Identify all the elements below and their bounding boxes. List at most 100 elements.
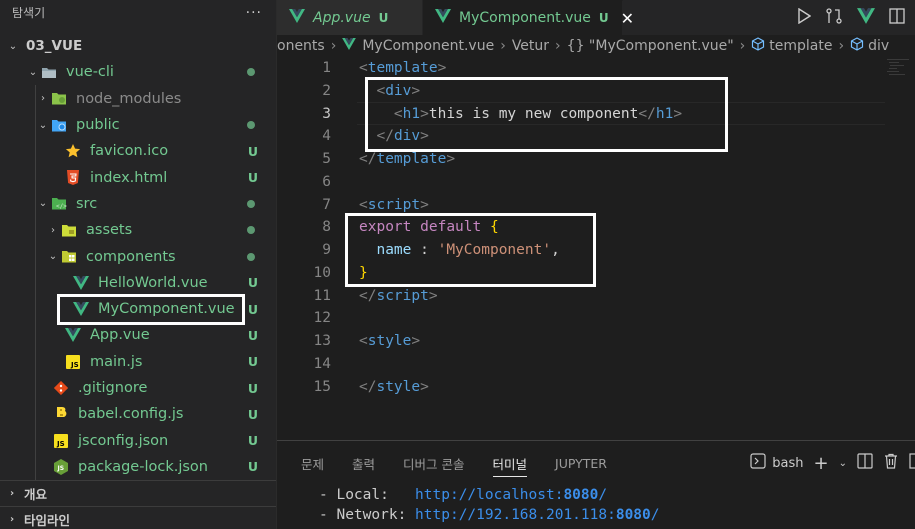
tree-item-babel-config[interactable]: babel.config.js U	[0, 401, 276, 427]
line-number: 11	[313, 287, 331, 304]
tab-label: App.vue	[313, 9, 371, 26]
tab-output[interactable]: 출력	[352, 441, 375, 485]
line-number: 4	[322, 128, 331, 145]
line-number: 2	[322, 82, 331, 99]
tree-item-jsconfig[interactable]: JS jsconfig.json U	[0, 427, 276, 453]
tree-item-src[interactable]: ⌄ </> src	[0, 191, 276, 217]
minimap[interactable]	[887, 59, 909, 79]
more-actions-icon[interactable]: ···	[246, 5, 262, 21]
tree-item-label: node_modules	[76, 90, 182, 107]
node-folder-icon	[50, 91, 68, 107]
untracked-badge: U	[247, 327, 258, 343]
tree-root-label: 03_VUE	[26, 38, 83, 55]
tree-item-index-html[interactable]: index.html U	[0, 164, 276, 190]
chevron-down-icon: ⌄	[38, 119, 48, 131]
vue-logo-icon[interactable]	[857, 7, 875, 28]
untracked-badge: U	[247, 406, 258, 422]
tab-app-vue[interactable]: App.vue U	[277, 0, 423, 35]
tree-item-favicon[interactable]: favicon.ico U	[0, 138, 276, 164]
line-number: 14	[313, 355, 331, 372]
compare-changes-icon[interactable]	[825, 7, 843, 29]
chevron-down-icon[interactable]: ⌄	[839, 458, 847, 469]
line-number: 5	[322, 151, 331, 167]
chevron-right-icon: ›	[9, 488, 15, 499]
tab-debug-console[interactable]: 디버그 콘솔	[403, 441, 464, 485]
star-icon	[64, 143, 82, 159]
modified-dot	[247, 252, 255, 261]
tab-label: MyComponent.vue	[459, 10, 591, 26]
tab-jupyter[interactable]: JUPYTER	[555, 441, 607, 485]
modified-dot	[247, 121, 255, 130]
breadcrumb-item[interactable]: MyComponent.vue	[362, 38, 494, 54]
chevron-right-icon: ›	[330, 38, 337, 54]
nodejs-icon: JS	[52, 458, 70, 475]
breadcrumb-item[interactable]: template	[769, 38, 832, 54]
tree-root-03-vue[interactable]: ⌄ 03_VUE	[0, 33, 276, 59]
line-number: 12	[313, 310, 331, 327]
split-editor-icon[interactable]	[889, 7, 905, 28]
tree-item-label: jsconfig.json	[78, 432, 169, 449]
close-icon[interactable]: ✕	[621, 9, 634, 28]
tab-problems[interactable]: 문제	[301, 441, 324, 485]
cube-icon	[751, 37, 765, 55]
tree-item-gitignore[interactable]: .gitignore U	[0, 375, 276, 401]
tab-mycomponent-vue[interactable]: MyComponent.vue U ✕	[423, 0, 634, 35]
timeline-section[interactable]: › 타임라인	[0, 506, 276, 529]
local-url[interactable]: http://localhost:	[415, 487, 563, 503]
tree-item-node-modules[interactable]: › node_modules	[0, 86, 276, 112]
tree-item-label: babel.config.js	[78, 406, 184, 423]
assets-folder-icon	[60, 222, 78, 238]
tree-item-label: assets	[86, 222, 133, 239]
line-number: 3	[322, 105, 331, 122]
tree-item-label: vue-cli	[66, 64, 114, 81]
trash-icon[interactable]	[883, 453, 899, 473]
breadcrumb-item[interactable]: div	[868, 38, 889, 54]
split-terminal-icon[interactable]	[857, 453, 873, 473]
run-icon[interactable]	[797, 7, 812, 28]
tree-item-app-vue[interactable]: App.vue U	[0, 322, 276, 348]
cube-icon	[850, 37, 864, 55]
tree-item-public[interactable]: ⌄ public	[0, 112, 276, 138]
terminal-shell-name[interactable]: bash	[772, 456, 803, 471]
tree-item-label: favicon.ico	[90, 143, 169, 160]
line-number-gutter: 1 2 3 4 5 6 7 8 9 10 11 12 13 14 15	[277, 57, 331, 398]
vue-file-icon	[72, 275, 90, 291]
tree-item-helloworld-vue[interactable]: HelloWorld.vue U	[0, 270, 276, 296]
tree-item-label: .gitignore	[78, 380, 148, 396]
chevron-down-icon: ⌄	[8, 40, 18, 52]
outline-section[interactable]: › 개요	[0, 480, 276, 506]
code-editor[interactable]: 1 2 3 4 5 6 7 8 9 10 11 12 13 14 15 <tem…	[277, 57, 915, 440]
line-number: 9	[322, 242, 331, 258]
terminal-shell-icon	[750, 453, 766, 473]
src-folder-icon: </>	[50, 196, 68, 212]
tree-item-vue-cli[interactable]: ⌄ vue-cli	[0, 59, 276, 85]
untracked-badge: U	[247, 275, 258, 291]
outline-label: 개요	[24, 487, 48, 502]
chevron-right-icon: ›	[9, 514, 15, 525]
breadcrumb-item[interactable]: {} "MyComponent.vue"	[567, 38, 734, 54]
tree-item-label: src	[76, 195, 98, 212]
tree-item-label: HelloWorld.vue	[98, 274, 208, 291]
tree-item-components[interactable]: ⌄ components	[0, 243, 276, 269]
babel-icon	[52, 406, 70, 422]
untracked-badge: U	[247, 301, 258, 317]
jsconfig-icon: JS	[52, 433, 70, 449]
new-terminal-icon[interactable]: +	[814, 453, 829, 474]
network-url[interactable]: http://192.168.201.118:	[415, 507, 616, 523]
line-number: 15	[313, 378, 331, 395]
vue-file-icon	[289, 8, 305, 27]
highlight-box-script-export	[345, 213, 596, 287]
tree-item-package-lock[interactable]: JS package-lock.json U	[0, 454, 276, 480]
tree-item-main-js[interactable]: JS main.js U	[0, 349, 276, 375]
terminal-output[interactable]: - Local: http://localhost:8080/ - Networ…	[277, 485, 915, 525]
tab-terminal[interactable]: 터미널	[492, 441, 527, 485]
breadcrumb-item[interactable]: Vetur	[512, 38, 549, 54]
more-panel-icon[interactable]	[909, 453, 915, 473]
untracked-badge: U	[247, 433, 258, 449]
tree-item-assets[interactable]: › assets	[0, 217, 276, 243]
untracked-badge: U	[247, 354, 258, 370]
svg-text:</>: </>	[56, 203, 67, 210]
breadcrumb-item[interactable]: onents	[277, 38, 325, 54]
